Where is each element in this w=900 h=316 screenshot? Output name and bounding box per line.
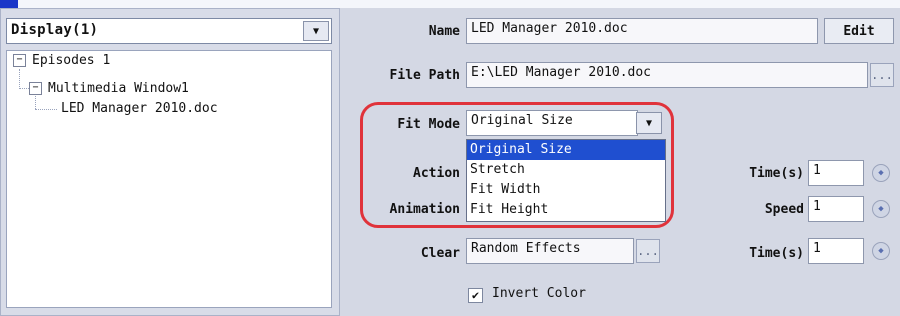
tree-item-episodes[interactable]: − Episodes 1 xyxy=(13,53,110,68)
fit-mode-label: Fit Mode xyxy=(397,117,460,132)
tree-connector xyxy=(19,88,29,89)
chevron-down-icon[interactable]: ▼ xyxy=(636,112,662,134)
tree-item-label: Multimedia Window1 xyxy=(48,81,189,96)
fit-option-fit-width[interactable]: Fit Width xyxy=(467,180,665,200)
name-label: Name xyxy=(428,24,460,39)
speed-input[interactable]: 1 xyxy=(808,196,864,222)
invert-color-label: Invert Color xyxy=(492,286,586,301)
clear-time-input[interactable]: 1 xyxy=(808,238,864,264)
invert-color-checkbox[interactable]: ✔ xyxy=(468,288,483,303)
spinner-icon[interactable]: ◆ xyxy=(872,200,890,218)
clear-effect-browse-button[interactable]: ... xyxy=(636,239,660,263)
file-path-label: File Path xyxy=(389,68,460,83)
tree-connector xyxy=(35,109,57,110)
window-top-strip xyxy=(0,0,900,8)
chevron-down-icon[interactable]: ▼ xyxy=(303,21,329,41)
display-combo-value: Display(1) xyxy=(11,22,99,38)
fit-option-stretch[interactable]: Stretch xyxy=(467,160,665,180)
clear-effect-field[interactable]: Random Effects xyxy=(466,238,634,264)
spinner-icon[interactable]: ◆ xyxy=(872,164,890,182)
name-field[interactable]: LED Manager 2010.doc xyxy=(466,18,818,44)
fit-mode-dropdown: Original Size Stretch Fit Width Fit Heig… xyxy=(466,139,666,222)
time-input[interactable]: 1 xyxy=(808,160,864,186)
action-label: Action xyxy=(413,166,460,181)
fit-option-fit-height[interactable]: Fit Height xyxy=(467,200,665,220)
tree-item-led-manager-doc[interactable]: LED Manager 2010.doc xyxy=(61,101,218,116)
fit-option-original-size[interactable]: Original Size xyxy=(467,140,665,160)
speed-label: Speed xyxy=(764,202,804,217)
tree-item-label: LED Manager 2010.doc xyxy=(61,101,218,116)
animation-label: Animation xyxy=(389,202,460,217)
display-combo[interactable]: Display(1) ▼ xyxy=(6,18,332,44)
tree-item-label: Episodes 1 xyxy=(32,53,111,68)
edit-button[interactable]: Edit xyxy=(824,18,894,44)
collapse-icon[interactable]: − xyxy=(13,54,26,67)
brand-mark xyxy=(0,0,18,8)
episode-tree: − Episodes 1 − Multimedia Window1 LED Ma… xyxy=(6,50,332,308)
browse-file-button[interactable]: ... xyxy=(870,63,894,87)
time-label: Time(s) xyxy=(749,166,804,181)
tree-item-multimedia-window[interactable]: − Multimedia Window1 xyxy=(29,81,189,96)
spinner-icon[interactable]: ◆ xyxy=(872,242,890,260)
collapse-icon[interactable]: − xyxy=(29,82,42,95)
fit-mode-select[interactable]: Original Size xyxy=(466,110,638,136)
tree-connector xyxy=(19,69,20,89)
clear-time-label: Time(s) xyxy=(749,246,804,261)
clear-label: Clear xyxy=(420,246,460,261)
file-path-field[interactable]: E:\LED Manager 2010.doc xyxy=(466,62,868,88)
